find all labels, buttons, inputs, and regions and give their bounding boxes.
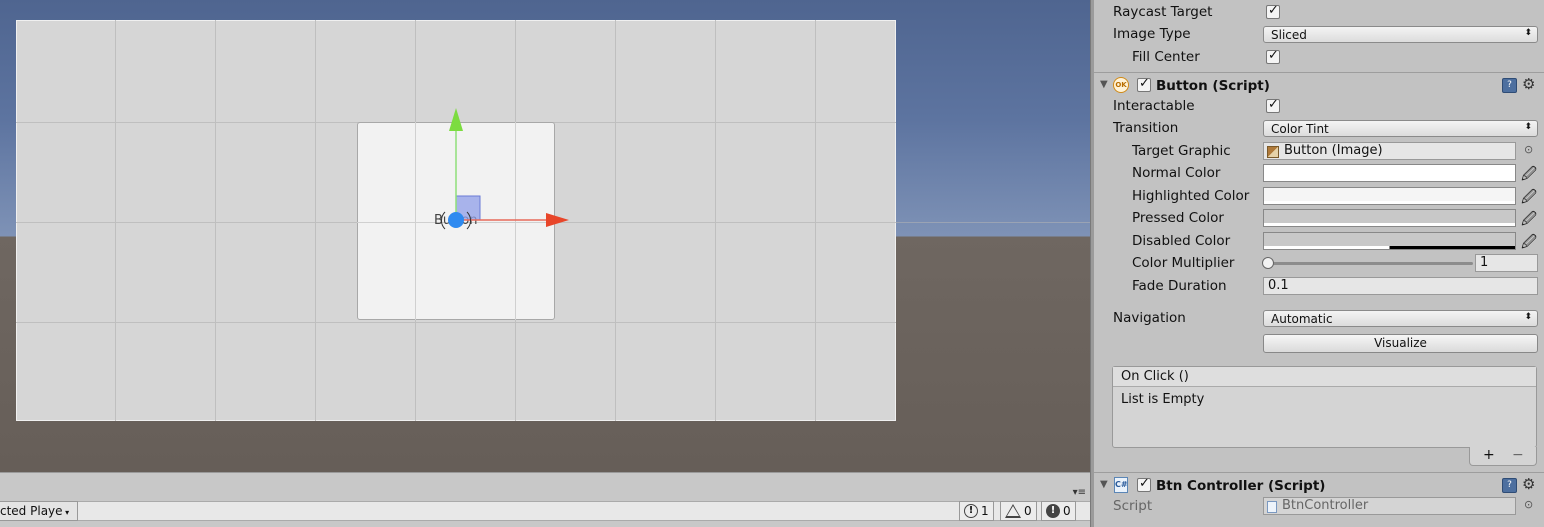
on-click-buttons: + −	[1469, 447, 1537, 466]
info-icon: !	[964, 504, 978, 518]
color-multiplier-label: Color Multiplier	[1132, 255, 1235, 271]
move-gizmo-icon[interactable]	[0, 0, 1090, 472]
highlighted-color-swatch[interactable]	[1263, 187, 1516, 205]
log-counter[interactable]: ! 1	[959, 501, 994, 521]
button-component-enabled-checkbox[interactable]	[1137, 76, 1151, 92]
dropdown-arrows-icon: ⬍	[1524, 312, 1532, 322]
fade-duration-label: Fade Duration	[1132, 278, 1227, 294]
foldout-arrow-icon[interactable]: ▼	[1100, 479, 1108, 490]
target-graphic-field[interactable]: Button (Image)	[1263, 142, 1516, 160]
image-type-label: Image Type	[1113, 26, 1191, 42]
error-icon: !	[1046, 504, 1060, 518]
y-axis-arrow	[449, 108, 463, 131]
object-picker-icon: ⊙	[1524, 498, 1534, 511]
raycast-target-label: Raycast Target	[1113, 4, 1213, 20]
help-book-icon[interactable]: ?	[1502, 78, 1517, 93]
navigation-value: Automatic	[1271, 312, 1333, 326]
image-type-value: Sliced	[1271, 28, 1307, 42]
log-count: 1	[981, 504, 989, 518]
dropdown-arrows-icon: ⬍	[1524, 28, 1532, 38]
image-type-dropdown[interactable]: Sliced ⬍	[1263, 26, 1538, 43]
error-counter[interactable]: ! 0	[1041, 501, 1076, 521]
add-listener-button[interactable]: +	[1483, 447, 1495, 463]
button-component-title: Button (Script)	[1156, 78, 1270, 94]
status-strip	[78, 501, 1090, 521]
btn-controller-enabled-checkbox[interactable]	[1137, 476, 1151, 492]
fade-duration-field[interactable]: 0.1	[1263, 277, 1538, 295]
transition-value: Color Tint	[1271, 122, 1329, 136]
color-multiplier-slider-track[interactable]	[1268, 262, 1473, 265]
navigation-label: Navigation	[1113, 310, 1186, 326]
fill-center-checkbox[interactable]	[1266, 48, 1280, 64]
script-row: Script BtnController ⊙	[1094, 495, 1544, 517]
menu-icon[interactable]: ▾≡	[1073, 487, 1086, 498]
disabled-color-swatch[interactable]	[1263, 232, 1516, 250]
btn-controller-title: Btn Controller (Script)	[1156, 478, 1326, 494]
pressed-color-row: Pressed Color 🖉	[1094, 207, 1544, 229]
scene-view[interactable]: Button	[0, 0, 1090, 472]
console-bar: ▾≡ cted Playe ▾ ! 1 0 ! 0	[0, 472, 1090, 527]
player-dropdown[interactable]: cted Playe ▾	[0, 501, 78, 521]
object-picker-icon[interactable]: ⊙	[1524, 143, 1533, 156]
target-graphic-row: Target Graphic Button (Image) ⊙	[1094, 140, 1544, 162]
warning-count: 0	[1024, 504, 1032, 518]
on-click-header: On Click ()	[1113, 367, 1536, 387]
transition-label: Transition	[1113, 120, 1179, 136]
rotate-hint	[441, 211, 446, 230]
on-click-event-list: On Click () List is Empty	[1112, 366, 1537, 448]
image-type-row: Image Type Sliced ⬍	[1094, 23, 1544, 45]
navigation-dropdown[interactable]: Automatic ⬍	[1263, 310, 1538, 327]
raycast-target-checkbox[interactable]	[1266, 3, 1280, 19]
interactable-row: Interactable	[1094, 95, 1544, 117]
script-field: BtnController	[1263, 497, 1516, 515]
pressed-color-swatch[interactable]	[1263, 209, 1516, 227]
script-icon: C#	[1114, 477, 1128, 493]
on-click-empty-text: List is Empty	[1121, 392, 1205, 407]
raycast-target-row: Raycast Target	[1094, 1, 1544, 23]
color-multiplier-field[interactable]: 1	[1475, 254, 1538, 272]
image-icon	[1267, 146, 1279, 158]
navigation-row: Navigation Automatic ⬍	[1094, 307, 1544, 329]
disabled-color-label: Disabled Color	[1132, 233, 1231, 249]
warning-icon	[1005, 504, 1021, 518]
transition-row: Transition Color Tint ⬍	[1094, 117, 1544, 139]
foldout-arrow-icon[interactable]: ▼	[1100, 79, 1108, 90]
player-dropdown-label: cted Playe	[0, 504, 63, 518]
ok-icon: OK	[1113, 77, 1129, 93]
help-book-icon[interactable]: ?	[1502, 478, 1517, 493]
fill-center-row: Fill Center	[1094, 46, 1544, 68]
transition-dropdown[interactable]: Color Tint ⬍	[1263, 120, 1538, 137]
target-graphic-label: Target Graphic	[1132, 143, 1231, 159]
normal-color-label: Normal Color	[1132, 165, 1221, 181]
color-multiplier-row: Color Multiplier 1	[1094, 252, 1544, 274]
gear-icon[interactable]: ⚙	[1522, 475, 1535, 493]
error-count: 0	[1063, 504, 1071, 518]
dropdown-arrows-icon: ⬍	[1524, 122, 1532, 132]
disabled-color-row: Disabled Color 🖉	[1094, 230, 1544, 252]
fade-duration-row: Fade Duration 0.1	[1094, 275, 1544, 297]
highlighted-color-row: Highlighted Color 🖉	[1094, 185, 1544, 207]
interactable-label: Interactable	[1113, 98, 1195, 114]
fill-center-label: Fill Center	[1132, 49, 1200, 65]
script-value: BtnController	[1282, 498, 1369, 513]
visualize-button[interactable]: Visualize	[1263, 334, 1538, 353]
color-multiplier-slider-handle[interactable]	[1262, 257, 1274, 269]
script-label: Script	[1113, 498, 1153, 514]
pressed-color-label: Pressed Color	[1132, 210, 1224, 226]
highlighted-color-label: Highlighted Color	[1132, 188, 1250, 204]
script-icon	[1267, 501, 1277, 513]
normal-color-row: Normal Color 🖉	[1094, 162, 1544, 184]
remove-listener-button[interactable]: −	[1512, 447, 1524, 463]
inspector-panel: Raycast Target Image Type Sliced ⬍ Fill …	[1094, 0, 1544, 527]
normal-color-swatch[interactable]	[1263, 164, 1516, 182]
interactable-checkbox[interactable]	[1266, 97, 1280, 113]
x-axis-arrow	[546, 213, 569, 227]
warning-counter[interactable]: 0	[1000, 501, 1037, 521]
target-graphic-value: Button (Image)	[1284, 143, 1383, 158]
gear-icon[interactable]: ⚙	[1522, 75, 1535, 93]
pivot-handle	[448, 212, 464, 228]
